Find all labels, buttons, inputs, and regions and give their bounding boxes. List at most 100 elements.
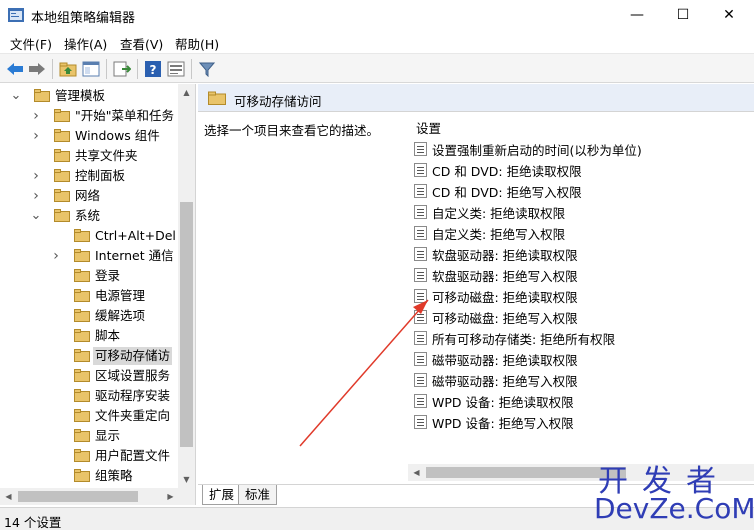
menu-view[interactable]: 查看(V) (120, 34, 163, 53)
policy-setting-icon (414, 352, 427, 366)
folder-icon (54, 149, 70, 162)
details-header: 可移动存储访问 (198, 84, 754, 112)
tree-item-label: 显示 (95, 428, 121, 443)
tree-item[interactable]: ⌄ 系统 (0, 206, 178, 226)
settings-horizontal-scroll-thumb[interactable] (426, 467, 626, 478)
folder-icon (74, 309, 90, 322)
expand-arrow-icon[interactable]: › (30, 108, 42, 124)
tree-item[interactable]: 电源管理 (0, 286, 178, 306)
setting-label: 自定义类: 拒绝写入权限 (432, 227, 566, 242)
scroll-left-icon[interactable]: ◀ (0, 488, 17, 505)
tree-item[interactable]: › Internet 通信 (0, 246, 178, 266)
properties-icon[interactable] (166, 59, 186, 79)
folder-icon (54, 109, 70, 122)
tree-item-label: 管理模板 (55, 88, 106, 103)
menu-file[interactable]: 文件(F) (10, 34, 52, 53)
help-icon[interactable]: ? (143, 59, 163, 79)
toolbar-separator (52, 59, 53, 79)
tree-item[interactable]: 登录 (0, 266, 178, 286)
tree-item-label: 可移动存储访 (93, 347, 173, 365)
policy-setting-icon (414, 289, 427, 303)
scroll-right-icon[interactable]: ▶ (162, 488, 179, 505)
tree-item-label: 脚本 (95, 328, 121, 343)
tab-standard[interactable]: 标准 (238, 485, 278, 505)
tree-item-label: Ctrl+Alt+Del (95, 228, 176, 243)
filter-icon[interactable] (197, 59, 217, 79)
settings-column-header[interactable]: 设置 (416, 118, 441, 137)
scroll-left-icon[interactable]: ◀ (408, 464, 425, 481)
tree-item-label: 登录 (95, 268, 121, 283)
tree-vertical-scroll-thumb[interactable] (180, 202, 193, 447)
expand-arrow-icon[interactable]: › (30, 168, 42, 184)
folder-icon (74, 269, 90, 282)
setting-label: 软盘驱动器: 拒绝读取权限 (432, 248, 578, 263)
collapse-arrow-icon[interactable]: ⌄ (10, 88, 22, 104)
tree-item[interactable]: 缓解选项 (0, 306, 178, 326)
expand-arrow-icon[interactable]: › (50, 248, 62, 264)
svg-text:?: ? (150, 63, 157, 77)
tree-item[interactable]: 驱动程序安装 (0, 386, 178, 406)
up-folder-icon[interactable] (58, 59, 78, 79)
tree-item[interactable]: 用户配置文件 (0, 446, 178, 466)
folder-icon (54, 169, 70, 182)
menu-bar: 文件(F) 操作(A) 查看(V) 帮助(H) (0, 31, 754, 53)
setting-label: 自定义类: 拒绝读取权限 (432, 206, 566, 221)
menu-help[interactable]: 帮助(H) (175, 34, 219, 53)
folder-icon (208, 91, 226, 105)
tree-item[interactable]: 区域设置服务 (0, 366, 178, 386)
tree-item[interactable]: › 控制面板 (0, 166, 178, 186)
details-pane: 可移动存储访问 选择一个项目来查看它的描述。 设置 设置强制重新启动的时间(以秒… (198, 84, 754, 505)
folder-icon (74, 229, 90, 242)
collapse-arrow-icon[interactable]: ⌄ (30, 208, 42, 224)
setting-label: CD 和 DVD: 拒绝写入权限 (432, 185, 582, 200)
tree-item[interactable]: › "开始"菜单和任务 (0, 106, 178, 126)
title-bar: 本地组策略编辑器 — ☐ ✕ (0, 0, 754, 31)
folder-icon (34, 89, 50, 102)
tree-item-label: 区域设置服务 (95, 368, 171, 383)
tree-item[interactable]: 共享文件夹 (0, 146, 178, 166)
policy-setting-icon (414, 268, 427, 282)
expand-arrow-icon[interactable]: › (30, 188, 42, 204)
menu-action[interactable]: 操作(A) (64, 34, 107, 53)
tree-item-label: 共享文件夹 (75, 148, 138, 163)
tree-item[interactable]: 脚本 (0, 326, 178, 346)
scroll-down-icon[interactable]: ▼ (178, 471, 195, 488)
tree-item-label: 组策略 (95, 468, 133, 483)
export-list-icon[interactable] (112, 59, 132, 79)
toolbar-separator (191, 59, 192, 79)
close-button[interactable]: ✕ (706, 0, 752, 31)
policy-setting-icon (414, 226, 427, 240)
forward-icon[interactable] (27, 59, 47, 79)
status-bar: 14 个设置 (0, 507, 754, 530)
tree-item-label: 网络 (75, 188, 101, 203)
tree-item[interactable]: Ctrl+Alt+Del (0, 226, 178, 246)
minimize-button[interactable]: — (614, 0, 660, 31)
tree-item[interactable]: 文件夹重定向 (0, 406, 178, 426)
details-header-title: 可移动存储访问 (234, 94, 322, 109)
tab-extended[interactable]: 扩展 (202, 485, 242, 505)
maximize-button[interactable]: ☐ (660, 0, 706, 31)
tree-item[interactable]: ⌄ 管理模板 (0, 86, 178, 106)
policy-setting-icon (414, 184, 427, 198)
policy-setting-icon (414, 373, 427, 387)
expand-arrow-icon[interactable]: › (30, 128, 42, 144)
tree-item[interactable]: › 网络 (0, 186, 178, 206)
tree-item[interactable]: › Windows 组件 (0, 126, 178, 146)
tree-horizontal-scroll-thumb[interactable] (18, 491, 138, 502)
tree-item[interactable]: 显示 (0, 426, 178, 446)
folder-icon (74, 349, 90, 362)
tree-vertical-scrollbar[interactable]: ▲ ▼ (178, 84, 195, 488)
back-icon[interactable] (5, 59, 25, 79)
tree-horizontal-scrollbar[interactable]: ◀ ▶ (0, 488, 195, 505)
tree-item[interactable]: 可移动存储访 (0, 346, 178, 366)
policy-setting-icon (414, 394, 427, 408)
settings-horizontal-scrollbar[interactable]: ◀ (408, 464, 754, 481)
tree-item-label: 文件夹重定向 (95, 408, 171, 423)
tree-item[interactable]: 组策略 (0, 466, 178, 486)
folder-icon (54, 209, 70, 222)
folder-icon (54, 129, 70, 142)
scroll-up-icon[interactable]: ▲ (178, 84, 195, 101)
tree-item-label: 控制面板 (75, 168, 126, 183)
folder-icon (74, 249, 90, 262)
show-hide-tree-icon[interactable] (81, 59, 101, 79)
